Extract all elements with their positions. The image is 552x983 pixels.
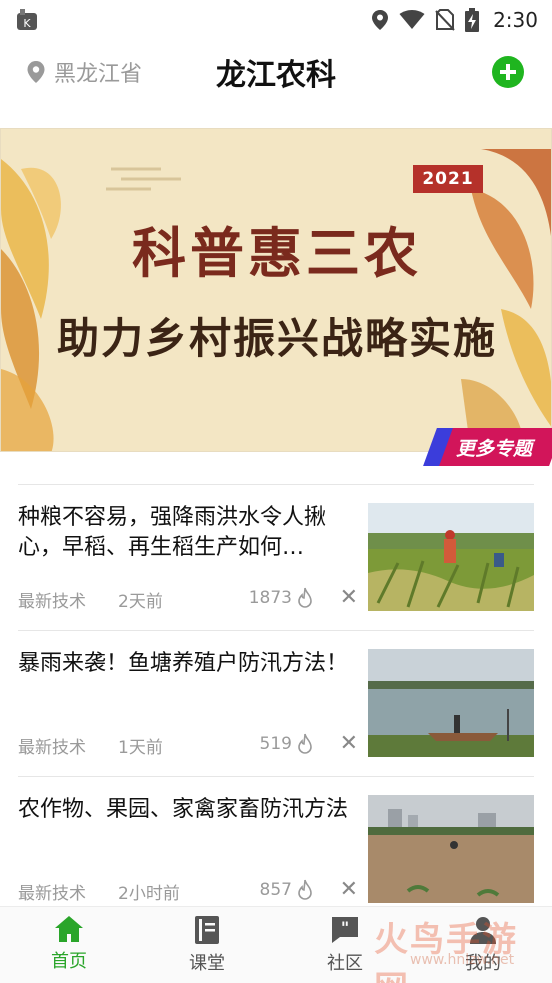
dismiss-button[interactable]: ✕ xyxy=(340,877,358,902)
news-thumbnail[interactable] xyxy=(368,795,534,903)
news-view-count: 857 xyxy=(259,880,292,900)
news-category: 最新技术 xyxy=(18,592,86,612)
flame-icon xyxy=(298,733,312,754)
more-topics-button[interactable]: 更多专题 xyxy=(423,428,552,466)
news-views: 1873 xyxy=(249,587,314,609)
more-topics-label: 更多专题 xyxy=(456,438,533,460)
plus-circle-icon xyxy=(500,64,516,80)
news-title[interactable]: 暴雨来袭！鱼塘养殖户防汛方法！ xyxy=(18,649,358,709)
status-time: 2:30 xyxy=(493,8,538,32)
news-views: 519 xyxy=(260,733,314,755)
nav-classroom[interactable]: 课堂 xyxy=(138,907,276,983)
news-thumbnail[interactable] xyxy=(368,503,534,611)
flame-icon xyxy=(298,879,312,900)
chat-quote-icon: " xyxy=(332,917,358,943)
banner-headline-sub: 助力乡村振兴战略实施 xyxy=(56,314,497,363)
dismiss-button[interactable]: ✕ xyxy=(340,585,358,610)
home-icon xyxy=(55,916,83,942)
news-time: 2小时前 xyxy=(118,884,180,904)
nav-community-label: 社区 xyxy=(327,953,363,974)
header: 黑龙江省 龙江农科 xyxy=(0,44,552,100)
flooded-field-image xyxy=(368,795,534,903)
news-item[interactable]: 种粮不容易，强降雨洪水令人揪心，早稻、再生稻生产如何… 最新技术 2天前 187… xyxy=(18,484,534,630)
app-icon: K xyxy=(17,9,37,30)
news-meta: 最新技术 2天前 1873 ✕ xyxy=(18,585,358,613)
no-sim-icon xyxy=(435,9,455,31)
news-view-count: 1873 xyxy=(248,588,292,608)
news-item[interactable]: 农作物、果园、家禽家畜防汛方法 最新技术 2小时前 857 ✕ xyxy=(18,776,534,922)
news-title[interactable]: 农作物、果园、家禽家畜防汛方法 xyxy=(18,795,358,855)
news-thumbnail[interactable] xyxy=(368,649,534,757)
news-title[interactable]: 种粮不容易，强降雨洪水令人揪心，早稻、再生稻生产如何… xyxy=(18,503,358,563)
add-button[interactable] xyxy=(492,56,524,88)
news-category: 最新技术 xyxy=(18,884,86,904)
news-category: 最新技术 xyxy=(18,738,86,758)
svg-text:K: K xyxy=(23,17,31,30)
news-meta: 最新技术 2小时前 857 ✕ xyxy=(18,877,358,905)
watermark-text: 火鸟手游网 xyxy=(374,920,518,983)
status-bar: K 2:30 xyxy=(0,0,552,40)
news-time: 1天前 xyxy=(118,738,163,758)
fish-pond-image xyxy=(368,649,534,757)
news-meta: 最新技术 1天前 519 ✕ xyxy=(18,731,358,759)
svg-text:": " xyxy=(341,918,349,937)
rice-field-image xyxy=(368,503,534,611)
page-title: 龙江农科 xyxy=(216,58,336,93)
wifi-icon xyxy=(399,10,425,29)
watermark-url: www.hnlzw.net xyxy=(410,952,515,968)
news-views: 857 xyxy=(260,879,314,901)
book-icon xyxy=(195,916,219,944)
news-list: 种粮不容易，强降雨洪水令人揪心，早稻、再生稻生产如何… 最新技术 2天前 187… xyxy=(18,484,534,922)
banner-headline-main: 科普惠三农 xyxy=(132,221,422,285)
nav-home[interactable]: 首页 xyxy=(0,907,138,983)
flame-icon xyxy=(298,587,312,608)
promo-banner[interactable]: 2021 科普惠三农 助力乡村振兴战略实施 xyxy=(0,128,552,452)
year-tag: 2021 xyxy=(413,165,483,193)
battery-charging-icon xyxy=(465,8,480,32)
location-icon xyxy=(372,10,389,30)
news-time: 2天前 xyxy=(118,592,163,612)
dismiss-button[interactable]: ✕ xyxy=(340,731,358,756)
news-item[interactable]: 暴雨来袭！鱼塘养殖户防汛方法！ 最新技术 1天前 519 ✕ xyxy=(18,630,534,776)
news-view-count: 519 xyxy=(259,734,292,754)
nav-home-label: 首页 xyxy=(51,951,87,972)
nav-classroom-label: 课堂 xyxy=(189,953,225,974)
